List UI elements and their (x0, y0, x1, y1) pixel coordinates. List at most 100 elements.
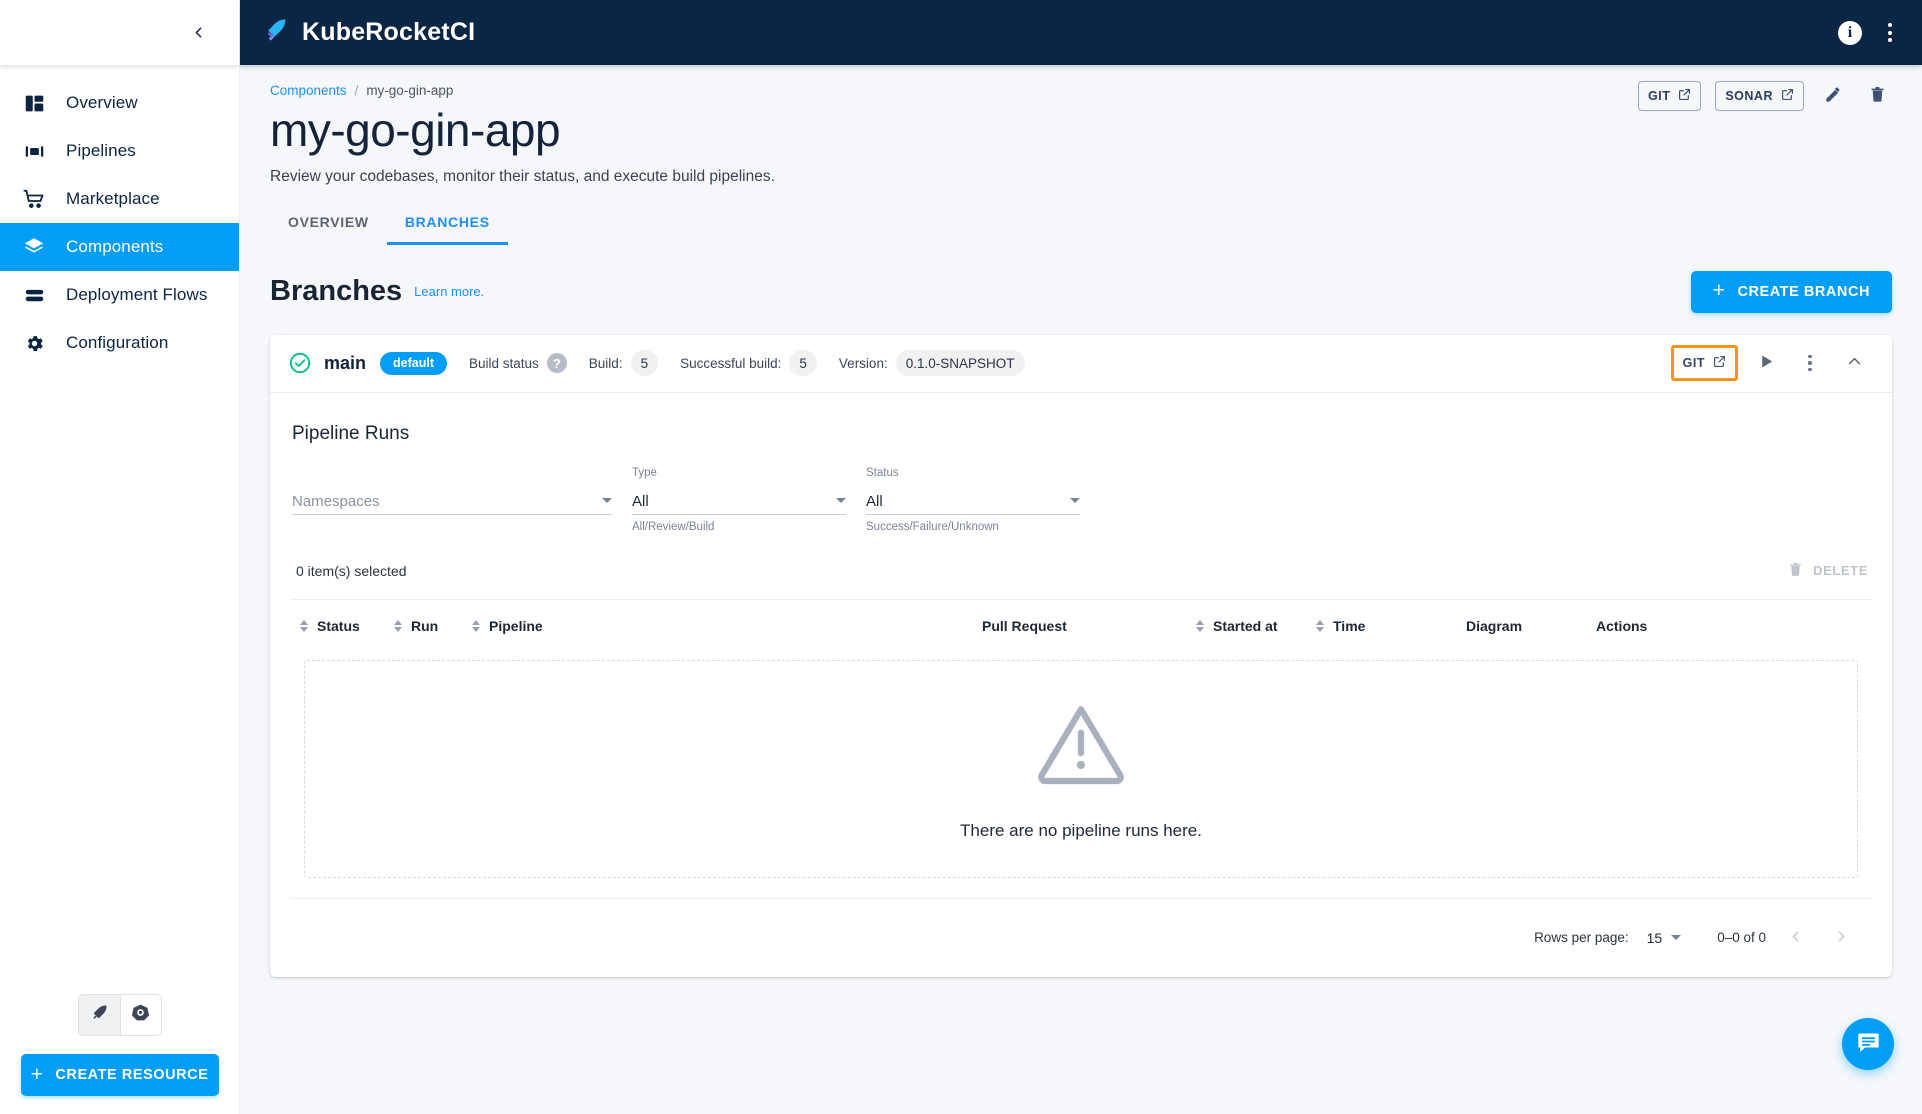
chevron-down-icon (1070, 497, 1080, 503)
version-value: 0.1.0-SNAPSHOT (895, 350, 1025, 377)
branches-section-header: Branches Learn more. + CREATE BRANCH (240, 245, 1922, 313)
type-value: All (632, 492, 649, 510)
build-status-label: Build status (469, 355, 539, 371)
sidebar-item-marketplace[interactable]: Marketplace (0, 175, 239, 223)
trash-icon (1868, 85, 1887, 107)
sonar-label: SONAR (1725, 89, 1773, 103)
chevron-right-icon (1833, 928, 1850, 948)
previous-page-button[interactable] (1778, 921, 1812, 955)
sidebar-item-overview[interactable]: Overview (0, 79, 239, 127)
cart-icon (22, 187, 46, 211)
column-label: Time (1333, 617, 1366, 634)
kebab-menu-icon[interactable] (1884, 19, 1896, 46)
chat-icon (1856, 1030, 1881, 1058)
build-value: 5 (630, 350, 659, 377)
status-filter-label: Status (866, 466, 899, 479)
sort-icon[interactable] (300, 619, 308, 632)
external-link-icon (1678, 88, 1691, 104)
pagination: Rows per page: 15 0–0 of 0 (290, 897, 1872, 961)
app-root: Overview Pipelines Marketplace Component… (0, 0, 1922, 1114)
namespaces-select[interactable]: Namespaces (292, 483, 612, 515)
sidebar-item-deployment-flows[interactable]: Deployment Flows (0, 271, 239, 319)
column-actions: Actions (1596, 618, 1647, 634)
chevron-down-icon (836, 497, 846, 503)
pipeline-runs-title: Pipeline Runs (292, 422, 410, 444)
run-build-button[interactable] (1750, 347, 1782, 379)
kebab-menu-icon (1808, 354, 1812, 372)
branch-more-button[interactable] (1794, 347, 1826, 379)
topbar-actions: i (1838, 19, 1896, 46)
column-run[interactable]: Run (394, 618, 472, 634)
sidebar-item-label: Pipelines (66, 141, 136, 160)
bulk-delete-button[interactable]: DELETE (1787, 561, 1868, 581)
kuberocketci-toggle-option[interactable] (78, 995, 120, 1035)
breadcrumb-components-link[interactable]: Components (270, 83, 347, 98)
edit-button[interactable] (1818, 81, 1848, 111)
type-filter-help: All/Review/Build (632, 520, 715, 533)
column-diagram: Diagram (1466, 618, 1596, 634)
column-label: Pipeline (489, 617, 543, 634)
main-area: KubeRocketCI i Components / my-go-gin-ap… (240, 0, 1922, 1114)
column-pull-request: Pull Request (982, 618, 1196, 634)
branch-collapse-button[interactable] (1838, 347, 1870, 379)
question-mark-icon[interactable]: ? (546, 353, 567, 374)
gear-icon (22, 331, 46, 355)
status-select[interactable]: All (866, 483, 1080, 515)
build-meta: Build: 5 (589, 350, 659, 377)
dashboard-icon (22, 91, 46, 115)
layers-icon (22, 235, 46, 259)
default-branch-badge: default (380, 351, 447, 375)
cluster-toggle[interactable] (77, 994, 162, 1036)
sidebar-item-label: Marketplace (66, 189, 160, 208)
sidebar-item-components[interactable]: Components (0, 223, 239, 271)
column-label: Actions (1596, 617, 1648, 634)
sonar-link-button[interactable]: SONAR (1715, 81, 1804, 111)
next-page-button[interactable] (1824, 921, 1858, 955)
pipelines-icon (22, 139, 46, 163)
status-filter: Status All Success/Failure/Unknown (866, 467, 1080, 535)
column-started-at[interactable]: Started at (1196, 618, 1316, 634)
create-branch-button[interactable]: + CREATE BRANCH (1690, 270, 1892, 313)
table-header-row: Status Run Pipeline Pull Request Started… (290, 600, 1872, 652)
brand[interactable]: KubeRocketCI (262, 17, 475, 48)
tab-branches[interactable]: BRANCHES (386, 204, 508, 245)
sort-icon[interactable] (472, 619, 480, 632)
kubernetes-toggle-option[interactable] (119, 995, 161, 1035)
sidebar-header (0, 0, 239, 65)
sort-icon[interactable] (394, 619, 402, 632)
git-link-button[interactable]: GIT (1638, 81, 1702, 111)
type-select[interactable]: All (632, 483, 846, 515)
column-pipeline[interactable]: Pipeline (472, 618, 982, 634)
sort-icon[interactable] (1196, 619, 1204, 632)
branch-git-link-button[interactable]: GIT (1676, 350, 1733, 376)
content: Components / my-go-gin-app my-go-gin-app… (240, 65, 1922, 1114)
create-resource-button[interactable]: + CREATE RESOURCE (20, 1054, 219, 1096)
column-status[interactable]: Status (300, 618, 394, 634)
page-header-actions: GIT SONAR (1638, 81, 1892, 111)
sort-icon[interactable] (1316, 619, 1324, 632)
sidebar-item-pipelines[interactable]: Pipelines (0, 127, 239, 175)
chevron-down-icon (602, 497, 612, 503)
delete-button[interactable] (1862, 81, 1892, 111)
sidebar-item-configuration[interactable]: Configuration (0, 319, 239, 367)
trash-icon (1787, 561, 1804, 581)
pipeline-runs-table: Status Run Pipeline Pull Request Started… (290, 598, 1872, 961)
column-time[interactable]: Time (1316, 618, 1466, 634)
column-label: Run (411, 617, 439, 634)
rows-per-page-select[interactable]: 15 (1647, 930, 1682, 946)
play-icon (1758, 353, 1775, 373)
sidebar-item-label: Components (66, 237, 164, 256)
successful-build-label: Successful build: (680, 355, 782, 371)
selection-bar: 0 item(s) selected DELETE (290, 553, 1872, 589)
rows-per-page-value: 15 (1646, 929, 1663, 946)
info-icon[interactable]: i (1838, 20, 1862, 45)
rocket-icon (262, 17, 288, 48)
tab-overview[interactable]: OVERVIEW (270, 204, 387, 245)
column-label: Pull Request (982, 617, 1067, 634)
status-value: All (866, 492, 883, 510)
sidebar-collapse-button[interactable] (183, 18, 213, 48)
learn-more-link[interactable]: Learn more. (414, 284, 484, 299)
pipeline-runs-panel: Pipeline Runs Namespaces Type All All/Re… (270, 393, 1892, 977)
page-header: Components / my-go-gin-app my-go-gin-app… (240, 65, 1922, 186)
feedback-chat-button[interactable] (1842, 1018, 1894, 1070)
